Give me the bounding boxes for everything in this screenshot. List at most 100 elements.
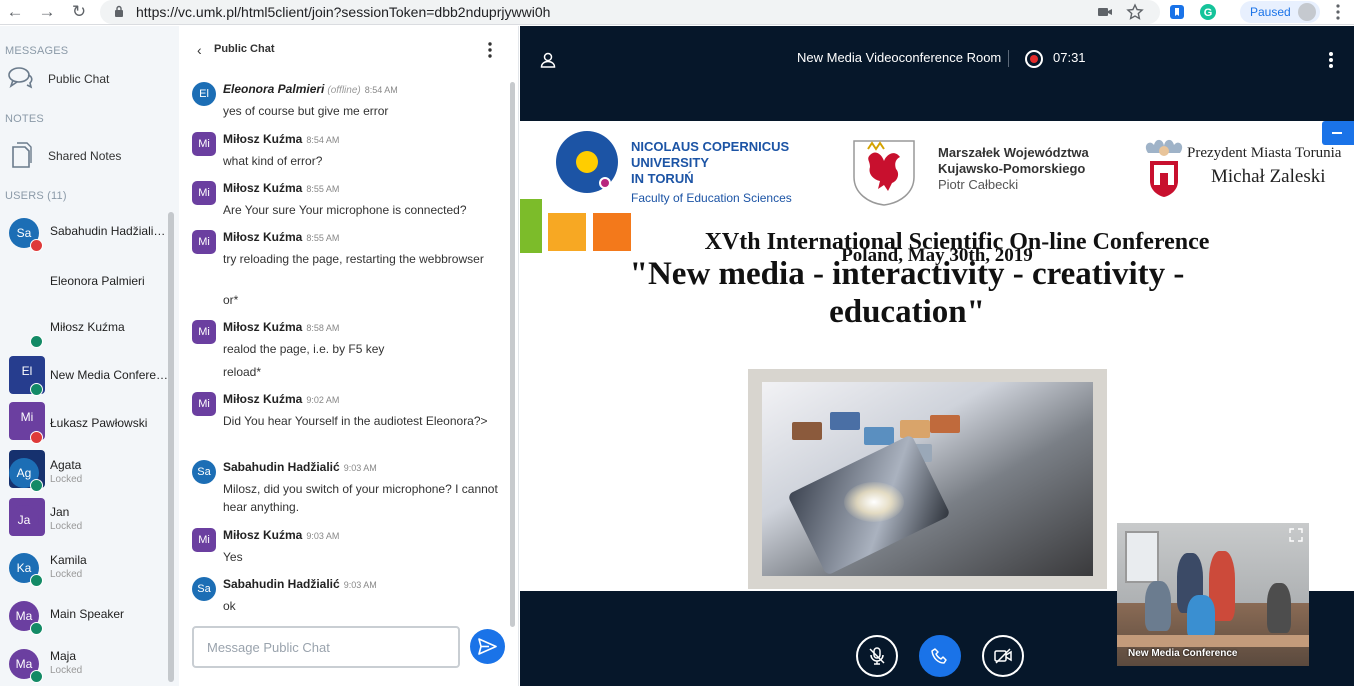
shared-notes-item[interactable]: Shared Notes <box>8 141 173 171</box>
message-author-line: Miłosz Kuźma 8:58 AM <box>223 320 339 334</box>
umk-name: NICOLAUS COPERNICUS UNIVERSITY IN TORUŃ <box>631 139 789 187</box>
message-avatar: Mi <box>192 320 216 344</box>
message-text: or* <box>223 293 239 307</box>
user-row[interactable]: NeNew Media Confere… <box>8 358 171 488</box>
user-lock-status: Locked <box>50 521 83 532</box>
chat-scrollbar[interactable] <box>510 82 515 627</box>
slide-photo-frame <box>748 369 1107 589</box>
camera-blocked-icon[interactable] <box>1096 3 1114 21</box>
browser-menu-icon[interactable] <box>1329 3 1347 21</box>
options-menu-icon[interactable] <box>1328 51 1334 69</box>
user-name: Kamila <box>50 553 87 567</box>
user-row[interactable]: Mi Miłosz Kuźma <box>8 310 171 440</box>
muted-mic-icon <box>30 239 43 252</box>
user-row[interactable]: ŁuŁukasz Pawłowski <box>8 406 171 536</box>
recording-time: 07:31 <box>1053 50 1086 65</box>
user-list-scrollbar[interactable] <box>168 212 174 682</box>
message-text: yes of course but give me error <box>223 104 389 118</box>
message-time: 9:02 AM <box>306 395 340 405</box>
message-time: 9:03 AM <box>343 463 377 473</box>
user-row[interactable]: Ka Kamila Locked <box>8 549 171 593</box>
svg-text:G: G <box>1204 7 1213 19</box>
marsz-name: Piotr Całbecki <box>938 177 1019 192</box>
webcam-video[interactable]: New Media Conference <box>1117 523 1309 666</box>
light-glow <box>844 482 904 522</box>
chat-compose-box[interactable] <box>192 626 460 668</box>
umk-line2: UNIVERSITY <box>631 155 710 170</box>
message-time: 8:54 AM <box>364 85 398 95</box>
message-author-line: Miłosz Kuźma 8:55 AM <box>223 230 339 244</box>
marsz-line1: Marszałek Województwa <box>938 145 1089 160</box>
umk-faculty: Faculty of Education Sciences <box>631 191 792 205</box>
chat-title[interactable]: Public Chat <box>214 43 275 55</box>
camera-off-icon <box>994 648 1012 664</box>
umk-line3: IN TORUŃ <box>631 171 694 186</box>
user-row[interactable]: Ag Agata Locked <box>8 454 171 498</box>
user-name: Eleonora Palmieri <box>50 274 145 288</box>
message-author: Sabahudin Hadžialić <box>223 460 340 474</box>
message-author-line: Miłosz Kuźma 8:55 AM <box>223 181 339 195</box>
prez-name: Michał Zaleski <box>1211 166 1326 187</box>
message-text: reload* <box>223 365 262 379</box>
phone-icon <box>931 648 947 664</box>
message-avatar: Mi <box>192 181 216 205</box>
message-time: 9:03 AM <box>343 580 377 590</box>
chevron-left-icon[interactable]: ‹ <box>197 42 202 58</box>
message-time: 8:55 AM <box>306 184 340 194</box>
tile <box>864 427 894 445</box>
expand-video-icon[interactable] <box>1289 528 1303 542</box>
forward-arrow-icon[interactable]: → <box>38 3 56 21</box>
microphone-muted-icon <box>869 647 885 665</box>
user-row[interactable]: Ma Main Speaker <box>8 597 171 641</box>
user-list-toggle-icon[interactable] <box>540 52 556 68</box>
message-text: Are Your sure Your microphone is connect… <box>223 203 467 217</box>
star-icon[interactable] <box>1126 3 1144 21</box>
message-time: 8:55 AM <box>306 233 340 243</box>
send-icon <box>478 638 497 655</box>
fullscreen-icon[interactable] <box>1340 572 1354 586</box>
user-row[interactable]: El Eleonora Palmieri <box>8 264 171 394</box>
public-chat-item[interactable]: Public Chat <box>8 64 173 94</box>
message-text: Milosz, did you switch of your microphon… <box>223 482 498 514</box>
user-lock-status: Locked <box>50 665 83 676</box>
prez-line1: Prezydent Miasta Torunia <box>1187 145 1342 161</box>
message-avatar: Mi <box>192 392 216 416</box>
reload-icon[interactable]: ↻ <box>70 3 88 21</box>
user-avatar: Ja <box>9 505 39 535</box>
tablet-photo <box>762 382 1093 576</box>
umk-line1: NICOLAUS COPERNICUS <box>631 139 790 154</box>
chat-options-icon[interactable] <box>483 40 497 60</box>
extension-bookmark-icon[interactable] <box>1168 3 1186 21</box>
grammarly-icon[interactable]: G <box>1199 3 1217 21</box>
chat-message-input[interactable] <box>194 628 458 666</box>
url-text[interactable]: https://vc.umk.pl/html5client/join?sessi… <box>136 4 550 20</box>
message-avatar: Mi <box>192 528 216 552</box>
user-name: Łukasz Pawłowski <box>50 416 148 430</box>
recording-dot <box>1030 55 1038 63</box>
mute-button[interactable] <box>856 635 898 677</box>
notes-icon <box>12 142 32 168</box>
user-row[interactable]: Ma Maja Locked <box>8 645 171 689</box>
users-section-header: USERS (11) <box>5 190 67 202</box>
leave-audio-button[interactable] <box>919 635 961 677</box>
user-row[interactable]: Ja Jan Locked <box>8 501 171 545</box>
send-message-button[interactable] <box>470 629 505 664</box>
logo-yellow-dot <box>576 151 598 173</box>
person <box>1145 581 1171 631</box>
minimize-presentation-button[interactable] <box>1322 121 1354 145</box>
user-name: Main Speaker <box>50 607 125 621</box>
mayor-block: Prezydent Miasta Torunia Michał Zaleski <box>1187 143 1341 187</box>
profile-paused-button[interactable]: Paused <box>1240 1 1320 23</box>
message-avatar: Mi <box>192 230 216 254</box>
marsz-line2: Kujawsko-Pomorskiego <box>938 161 1086 176</box>
message-text: what kind of error? <box>223 154 323 168</box>
voivodeship-crest-icon <box>853 140 915 206</box>
main-presentation-area: New Media Videoconference Room 07:31 NIC… <box>520 26 1354 686</box>
umk-logo <box>556 131 618 193</box>
notes-section-header: NOTES <box>5 113 44 125</box>
address-bar[interactable]: https://vc.umk.pl/html5client/join?sessi… <box>100 0 1160 24</box>
user-row[interactable]: Sa Sabahudin Hadžiali… <box>8 214 171 258</box>
recording-indicator-icon[interactable] <box>1025 50 1043 68</box>
back-arrow-icon[interactable]: ← <box>6 3 24 21</box>
share-webcam-button[interactable] <box>982 635 1024 677</box>
